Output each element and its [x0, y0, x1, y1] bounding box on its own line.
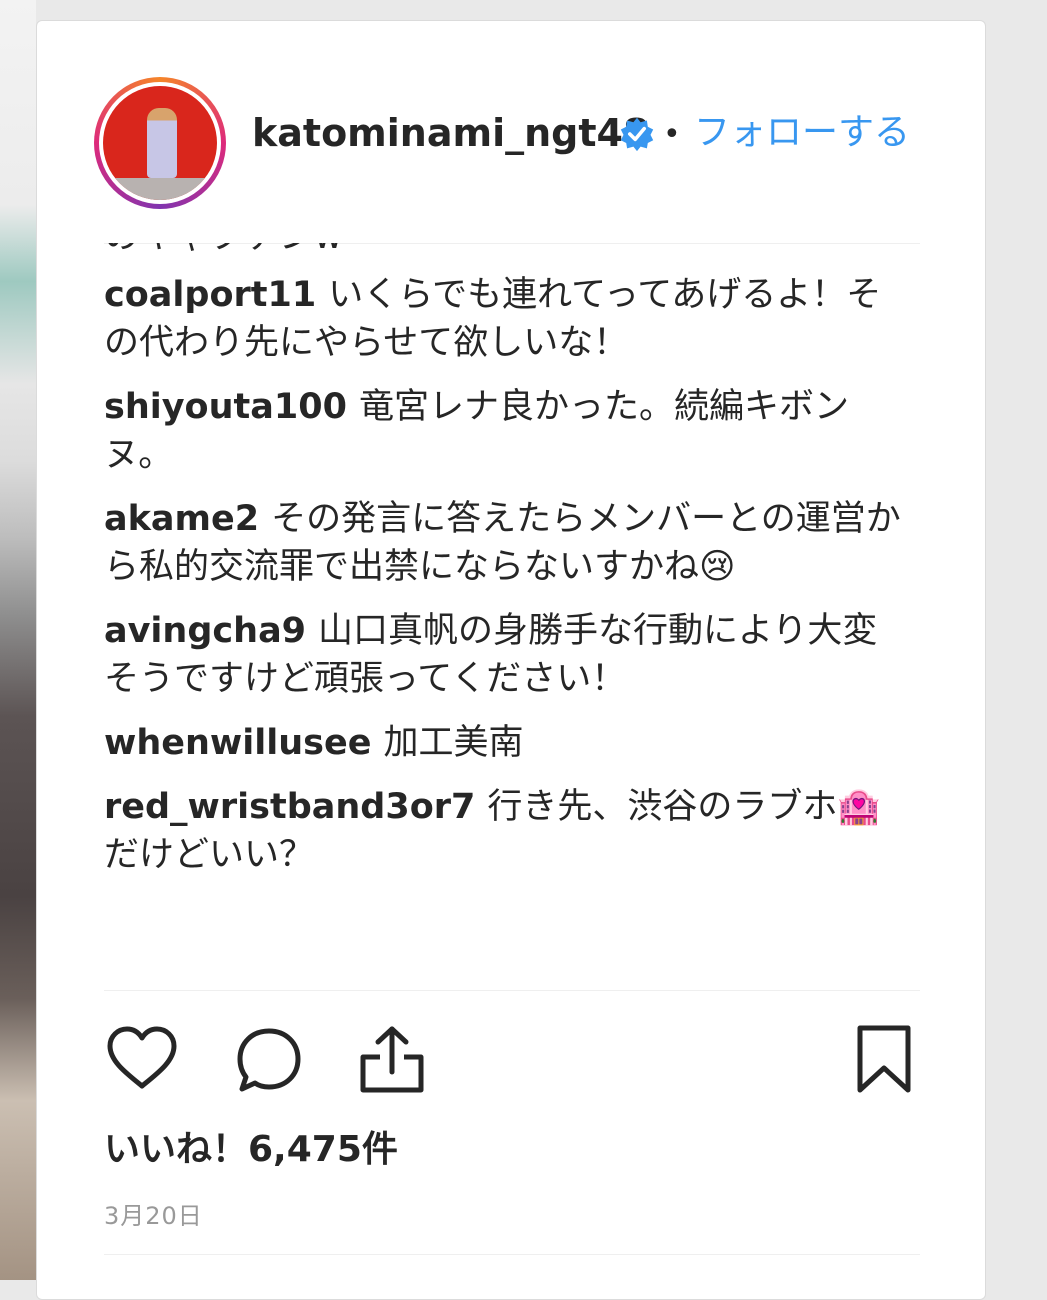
actions-divider: [104, 990, 920, 991]
bookmark-icon[interactable]: [856, 1024, 912, 1094]
likes-count[interactable]: いいね！6,475件: [104, 1126, 398, 1174]
share-icon[interactable]: [358, 1024, 426, 1094]
comment-item: shiyouta100 竜宮レナ良かった。続編キボンヌ。: [104, 383, 904, 479]
comment-username[interactable]: whenwillusee: [104, 723, 371, 763]
comment-username[interactable]: akame2: [104, 499, 259, 539]
comment-item: coalport11 いくらでも連れてってあげるよ！その代わり先にやらせて欲しいな…: [104, 271, 904, 367]
post-username[interactable]: katominami_ngt48: [252, 110, 649, 156]
comment-username[interactable]: avingcha9: [104, 611, 306, 651]
comments-list[interactable]: のキャプテンw coalport11いくらでも連れてってあげるよ！その代わり先に…: [104, 243, 920, 957]
follow-button[interactable]: フォローする: [694, 110, 910, 156]
comment-text: 加工美南: [383, 723, 524, 763]
comment-item: avingcha9 山口真帆の身勝手な行動により大変そうですけど頑張ってください！: [104, 607, 904, 703]
comment-item: red_wristband3or7 行き先、渋谷のラブホ🏩だけどいい？: [104, 783, 904, 879]
avatar-image: [103, 86, 217, 200]
comment-item: whenwillusee 加工美南: [104, 719, 904, 767]
post-date[interactable]: 3月20日: [104, 1200, 203, 1232]
verified-badge-icon: [620, 117, 654, 152]
comment-item: akame2 その発言に答えたらメンバーとの運営から私的交流罪で出禁にならないすか…: [104, 495, 904, 591]
comment-username[interactable]: coalport11: [104, 275, 316, 315]
adjacent-photo: [0, 0, 36, 1280]
comment-bubble-icon[interactable]: [234, 1026, 304, 1096]
header-separator: •: [663, 117, 681, 152]
comment-username[interactable]: shiyouta100: [104, 387, 347, 427]
heart-icon[interactable]: [106, 1026, 178, 1092]
profile-avatar[interactable]: [94, 77, 226, 209]
comment-username[interactable]: red_wristband3or7: [104, 787, 475, 827]
comment-truncated: のキャプテンw: [104, 243, 904, 261]
footer-divider: [104, 1254, 920, 1255]
